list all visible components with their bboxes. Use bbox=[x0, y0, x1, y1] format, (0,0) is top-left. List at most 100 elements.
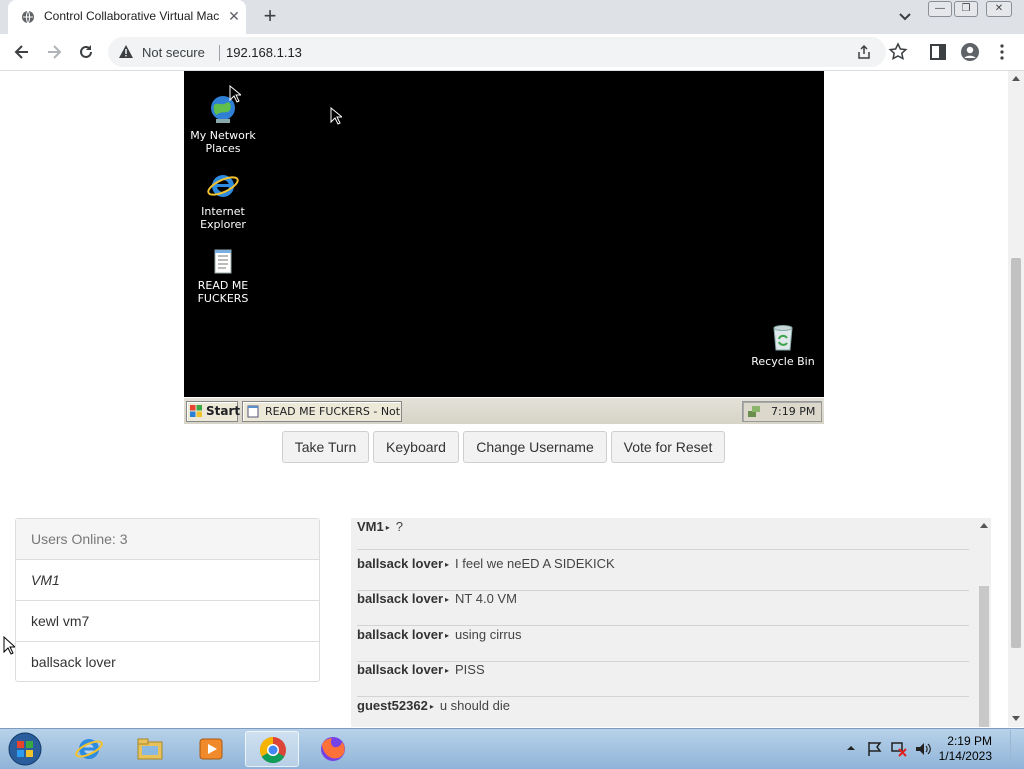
chat-arrow-icon: ▸ bbox=[385, 522, 390, 532]
mouse-cursor-icon bbox=[330, 107, 342, 125]
clock-date: 1/14/2023 bbox=[938, 749, 992, 763]
windows-clock[interactable]: 2:19 PM 1/14/2023 bbox=[900, 734, 992, 764]
taskbar-firefox[interactable] bbox=[306, 731, 360, 767]
close-window-button[interactable]: ✕ bbox=[986, 1, 1012, 17]
clock-time: 2:19 PM bbox=[947, 734, 992, 748]
taskbar-chrome[interactable] bbox=[245, 731, 299, 767]
new-tab-button[interactable]: + bbox=[258, 5, 282, 29]
address-divider bbox=[219, 45, 220, 61]
chat-username: VM1 bbox=[357, 519, 384, 534]
minimize-window-button[interactable]: — bbox=[928, 1, 952, 17]
reload-icon[interactable] bbox=[76, 42, 96, 62]
chat-message: ballsack lover ▸ using cirrus bbox=[357, 626, 969, 662]
media-player-icon bbox=[199, 738, 223, 760]
page-content: My Network Places Internet Explorer READ… bbox=[0, 71, 1008, 727]
user-list-item[interactable]: kewl vm7 bbox=[16, 601, 319, 642]
chat-scroll-thumb[interactable] bbox=[979, 586, 989, 727]
tab-title: Control Collaborative Virtual Machine bbox=[44, 9, 220, 23]
page-scroll-thumb[interactable] bbox=[1011, 258, 1021, 648]
address-url[interactable]: 192.168.1.13 bbox=[226, 45, 302, 60]
network-tray-icon[interactable] bbox=[747, 405, 761, 418]
browser-tab-strip: Control Collaborative Virtual Machine ✕ … bbox=[0, 0, 1024, 34]
chat-username: ballsack lover bbox=[357, 627, 443, 642]
vote-reset-button[interactable]: Vote for Reset bbox=[611, 431, 725, 463]
chat-text: PISS bbox=[455, 662, 485, 677]
keyboard-button[interactable]: Keyboard bbox=[373, 431, 459, 463]
browser-toolbar: Not secure 192.168.1.13 bbox=[0, 34, 1024, 71]
taskbar-file-explorer[interactable] bbox=[123, 731, 177, 767]
chat-scrollbar[interactable] bbox=[977, 518, 991, 727]
chat-text: using cirrus bbox=[455, 627, 522, 642]
vm-task-button-readme[interactable]: READ ME FUCKERS - Not... bbox=[242, 401, 402, 422]
more-menu-icon[interactable] bbox=[992, 42, 1012, 62]
mouse-cursor-icon bbox=[3, 636, 15, 655]
chat-panel[interactable]: VM1 ▸? ballsack lover ▸ I feel we neED A SI… bbox=[351, 518, 991, 727]
desktop-icon-internet-explorer[interactable]: Internet Explorer bbox=[185, 169, 261, 231]
desktop-icon-network[interactable]: My Network Places bbox=[185, 93, 261, 155]
security-label[interactable]: Not secure bbox=[142, 45, 205, 60]
start-orb-icon[interactable] bbox=[6, 731, 44, 767]
show-desktop-button[interactable] bbox=[1010, 730, 1024, 768]
internet-explorer-icon bbox=[75, 739, 103, 759]
action-center-flag-icon[interactable] bbox=[866, 740, 884, 758]
address-bar[interactable]: Not secure 192.168.1.13 bbox=[108, 37, 886, 67]
chat-username: guest52362 bbox=[357, 698, 428, 713]
mouse-cursor-icon bbox=[229, 85, 241, 103]
share-icon[interactable] bbox=[856, 44, 872, 60]
chat-text: NT 4.0 VM bbox=[455, 591, 517, 606]
desktop-icon-label: My Network bbox=[190, 129, 256, 142]
forward-arrow-icon[interactable] bbox=[44, 42, 64, 62]
desktop-icon-label: Internet bbox=[201, 205, 245, 218]
chat-scroll-up-icon[interactable] bbox=[980, 523, 988, 528]
recycle-bin-icon bbox=[773, 325, 793, 351]
chat-username: ballsack lover bbox=[357, 662, 443, 677]
take-turn-button[interactable]: Take Turn bbox=[282, 431, 369, 463]
back-arrow-icon[interactable] bbox=[12, 42, 32, 62]
chat-message: ballsack lover ▸ PISS bbox=[357, 661, 969, 697]
windows-flag-icon bbox=[190, 405, 202, 417]
globe-icon bbox=[22, 10, 34, 24]
chat-message: ballsack lover ▸ NT 4.0 VM bbox=[357, 590, 969, 626]
page-scrollbar[interactable] bbox=[1008, 71, 1024, 727]
taskbar-internet-explorer[interactable] bbox=[62, 731, 116, 767]
folder-icon bbox=[137, 738, 163, 760]
show-hidden-icons-icon[interactable] bbox=[846, 743, 856, 753]
chat-arrow-icon: ▸ bbox=[445, 665, 450, 675]
profile-avatar-icon[interactable] bbox=[960, 42, 980, 62]
user-list-item[interactable]: VM1 bbox=[16, 560, 319, 601]
tab-close-icon[interactable]: ✕ bbox=[226, 8, 242, 24]
vm-task-label: READ ME FUCKERS - Not... bbox=[265, 405, 402, 418]
chat-username: ballsack lover bbox=[357, 591, 443, 606]
scroll-up-icon[interactable] bbox=[1012, 76, 1020, 81]
restore-window-button[interactable]: ❐ bbox=[954, 1, 978, 17]
notepad-icon bbox=[247, 405, 259, 418]
browser-tab[interactable]: Control Collaborative Virtual Machine ✕ bbox=[8, 0, 246, 34]
chrome-icon bbox=[259, 736, 286, 764]
desktop-icon-label: READ ME bbox=[197, 279, 249, 292]
chat-text: u should die bbox=[439, 698, 510, 713]
vm-clock: 7:19 PM bbox=[771, 405, 816, 418]
chat-message: VM1 ▸? bbox=[357, 518, 969, 550]
notepad-file-icon bbox=[214, 249, 232, 274]
change-username-button[interactable]: Change Username bbox=[463, 431, 607, 463]
users-online-header: Users Online: 3 bbox=[16, 519, 319, 560]
vm-system-tray: 7:19 PM bbox=[742, 401, 822, 422]
chat-username: ballsack lover bbox=[357, 556, 443, 571]
internet-explorer-icon bbox=[207, 175, 239, 197]
chat-arrow-icon: ▸ bbox=[445, 559, 450, 569]
chat-text: I feel we neED A SIDEKICK bbox=[455, 556, 615, 571]
users-online-panel: Users Online: 3 VM1 kewl vm7 ballsack lo… bbox=[15, 518, 320, 682]
scroll-down-icon[interactable] bbox=[1012, 716, 1020, 721]
bookmark-star-icon[interactable] bbox=[888, 42, 908, 62]
user-list-item[interactable]: ballsack lover bbox=[16, 642, 319, 682]
desktop-icon-readme[interactable]: READ ME FUCKERS bbox=[185, 247, 261, 305]
desktop-icon-recycle-bin[interactable]: Recycle Bin bbox=[745, 321, 821, 368]
vm-taskbar[interactable]: Start READ ME FUCKERS - Not... 7:19 PM bbox=[184, 397, 824, 424]
vm-display[interactable]: My Network Places Internet Explorer READ… bbox=[184, 71, 824, 423]
warning-triangle-icon[interactable] bbox=[118, 44, 134, 60]
side-panel-icon[interactable] bbox=[928, 42, 948, 62]
tab-search-chevron-icon[interactable] bbox=[895, 8, 915, 26]
vm-start-button[interactable]: Start bbox=[186, 401, 240, 422]
chat-arrow-icon: ▸ bbox=[445, 594, 450, 604]
taskbar-media-player[interactable] bbox=[184, 731, 238, 767]
